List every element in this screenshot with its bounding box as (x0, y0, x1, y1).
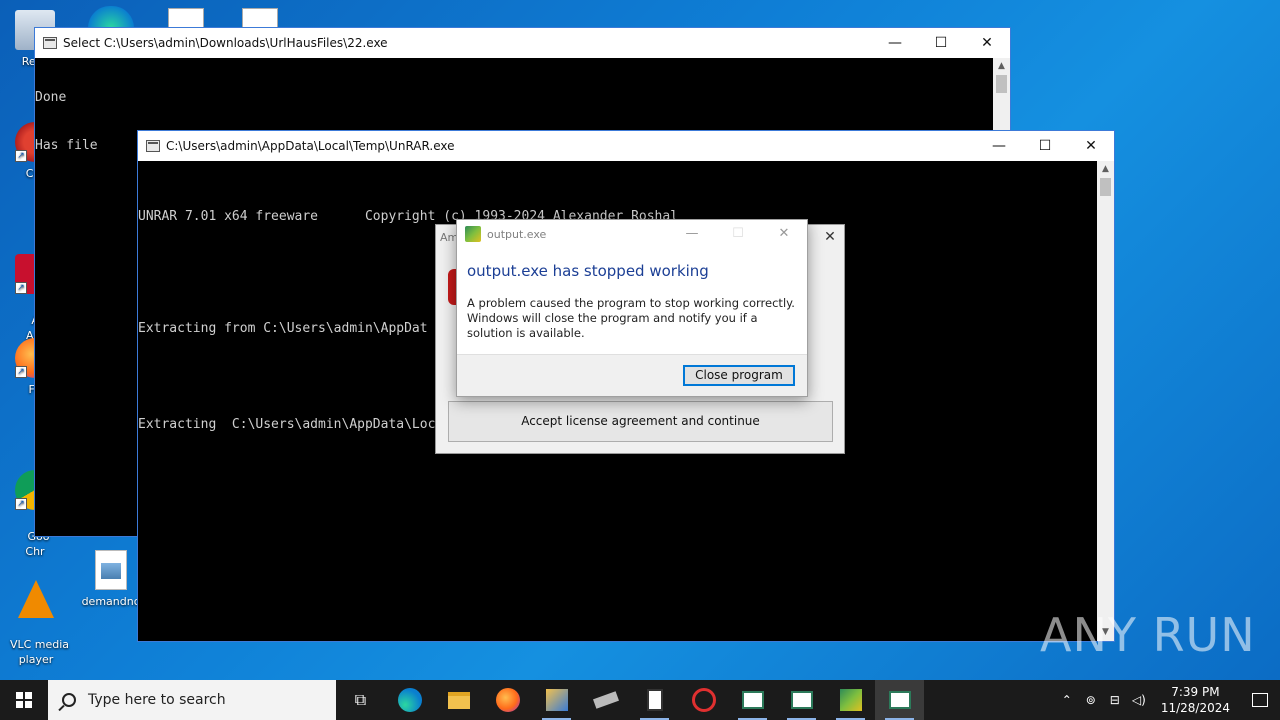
task-view-icon: ⧉ (354, 690, 367, 709)
console-icon (888, 691, 911, 709)
clock-time: 7:39 PM (1171, 685, 1220, 699)
desktop-icon-doc2-partial[interactable] (242, 8, 278, 28)
close-button[interactable]: ✕ (1068, 131, 1114, 161)
network-icon[interactable]: ⊟ (1103, 693, 1127, 707)
shortcut-arrow-icon: ↗ (15, 366, 27, 378)
accept-license-button[interactable]: Accept license agreement and continue (448, 401, 833, 442)
scroll-thumb[interactable] (1100, 178, 1111, 196)
search-box[interactable]: Type here to search (48, 680, 336, 720)
windows-logo-icon (16, 692, 32, 708)
volume-icon[interactable]: ◁) (1127, 693, 1151, 707)
title-bar[interactable]: C:\Users\admin\AppData\Local\Temp\UnRAR.… (138, 131, 1114, 161)
notification-icon (1252, 693, 1268, 707)
firefox-icon (495, 688, 520, 712)
shortcut-arrow-icon: ↗ (15, 498, 27, 510)
minimize-button[interactable]: — (872, 28, 918, 58)
app-icon (465, 226, 481, 242)
console-line: Done (35, 90, 67, 105)
console-icon (790, 691, 813, 709)
dialog-footer: Close program (457, 354, 807, 396)
scroll-up-icon[interactable]: ▲ (1097, 161, 1114, 178)
image-file-icon (95, 550, 127, 590)
folder-icon (447, 691, 470, 709)
taskbar-console-1[interactable] (728, 680, 777, 720)
error-message: A problem caused the program to stop wor… (467, 296, 795, 340)
desktop-icon-label: VLC media player (9, 638, 70, 666)
scroll-up-icon[interactable]: ▲ (993, 58, 1010, 75)
minimize-button[interactable]: — (669, 220, 715, 250)
security-icon[interactable]: ⊚ (1079, 693, 1103, 707)
taskbar-console-3[interactable] (875, 680, 924, 720)
title-bar[interactable]: output.exe — ☐ ✕ (457, 220, 807, 250)
desktop-icon-edge-partial[interactable] (88, 6, 134, 28)
search-placeholder: Type here to search (88, 692, 226, 708)
task-view-button[interactable]: ⧉ (336, 680, 385, 720)
close-button[interactable]: ✕ (964, 28, 1010, 58)
window-title: output.exe (487, 228, 547, 241)
close-button[interactable]: ✕ (761, 220, 807, 250)
taskbar-red-app[interactable] (679, 680, 728, 720)
app-icon (839, 689, 862, 711)
chevron-up-icon[interactable]: ⌃ (1055, 693, 1079, 707)
system-tray: ⌃ ⊚ ⊟ ◁) 7:39 PM 11/28/2024 (1055, 680, 1280, 720)
desktop-icon-label: demandno (81, 595, 141, 608)
console-icon (43, 37, 57, 49)
taskbar-firefox[interactable] (483, 680, 532, 720)
start-button[interactable] (0, 680, 48, 720)
anyrun-watermark: ANY RUN (1040, 608, 1256, 662)
taskbar-app-installer[interactable] (532, 680, 581, 720)
console-icon (146, 140, 160, 152)
error-dialog[interactable]: output.exe — ☐ ✕ output.exe has stopped … (456, 219, 808, 397)
taskbar-notepad[interactable] (630, 680, 679, 720)
taskbar-file-explorer[interactable] (434, 680, 483, 720)
minimize-button[interactable]: — (976, 131, 1022, 161)
window-title: C:\Users\admin\AppData\Local\Temp\UnRAR.… (166, 139, 455, 153)
maximize-button[interactable]: ☐ (918, 28, 964, 58)
desktop-icon-vlc[interactable]: VLC media player (1, 550, 71, 667)
scroll-thumb[interactable] (996, 75, 1007, 93)
search-icon (62, 693, 76, 707)
clock-date: 11/28/2024 (1160, 701, 1230, 715)
window-title: Select C:\Users\admin\Downloads\UrlHausF… (63, 36, 388, 50)
maximize-button[interactable]: ☐ (1022, 131, 1068, 161)
error-heading: output.exe has stopped working (467, 262, 709, 280)
console-line: Has file (35, 138, 98, 153)
tool-icon (592, 691, 619, 709)
notification-button[interactable] (1240, 680, 1280, 720)
taskbar-tool[interactable] (581, 680, 630, 720)
title-bar[interactable]: Select C:\Users\admin\Downloads\UrlHausF… (35, 28, 1010, 58)
maximize-button[interactable]: ☐ (715, 220, 761, 250)
desktop-icon-doc-partial[interactable] (168, 8, 204, 28)
clock[interactable]: 7:39 PM 11/28/2024 (1151, 684, 1240, 716)
red-app-icon (691, 688, 716, 712)
edge-icon (397, 688, 422, 712)
close-button[interactable]: ✕ (820, 227, 840, 247)
taskbar-output-exe[interactable] (826, 680, 875, 720)
vlc-icon (18, 580, 54, 618)
notepad-icon (646, 689, 663, 711)
shortcut-arrow-icon: ↗ (15, 150, 27, 162)
close-program-button[interactable]: Close program (683, 365, 795, 386)
console-output: Done Has file (35, 58, 98, 186)
desktop-icon-demandno[interactable]: demandno (76, 550, 146, 609)
taskbar-edge[interactable] (385, 680, 434, 720)
taskbar-console-2[interactable] (777, 680, 826, 720)
vertical-scrollbar[interactable]: ▲ ▼ (1097, 161, 1114, 641)
console-icon (741, 691, 764, 709)
installer-icon (545, 689, 568, 711)
shortcut-arrow-icon: ↗ (15, 282, 27, 294)
taskbar: Type here to search ⧉ ⌃ ⊚ ⊟ ◁) 7:39 PM 1… (0, 680, 1280, 720)
